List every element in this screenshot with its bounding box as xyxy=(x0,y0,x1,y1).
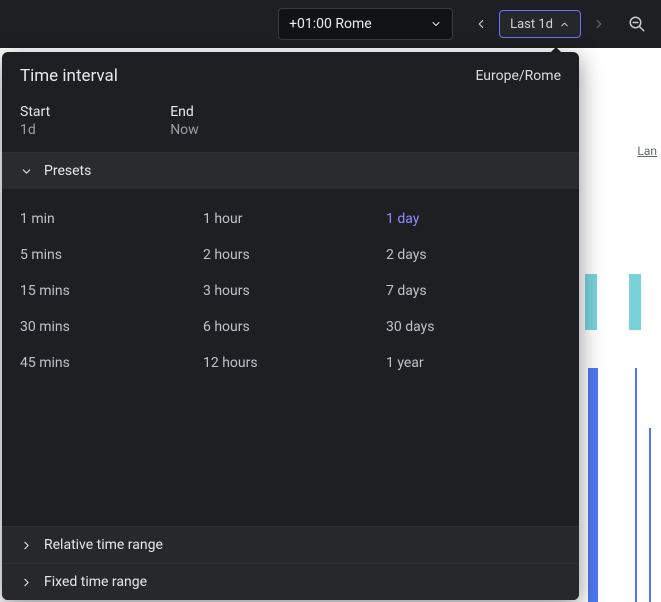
preset-item[interactable]: 7 days xyxy=(386,273,561,309)
top-toolbar: +01:00 Rome Last 1d xyxy=(0,0,661,48)
preset-item[interactable]: 30 days xyxy=(386,309,561,345)
time-range-label: Last 1d xyxy=(510,17,553,32)
end-block[interactable]: End Now xyxy=(170,104,199,138)
panel-title: Time interval xyxy=(20,66,118,86)
timezone-select[interactable]: +01:00 Rome xyxy=(278,8,453,40)
chart-bar xyxy=(585,274,597,330)
zoom-out-icon xyxy=(628,15,646,33)
chevron-up-icon xyxy=(559,19,570,30)
chevron-right-icon xyxy=(20,539,34,552)
chart-spike xyxy=(635,368,637,602)
start-value: 1d xyxy=(20,122,50,138)
preset-item[interactable]: 2 days xyxy=(386,237,561,273)
lan-link[interactable]: Lan xyxy=(637,144,657,158)
chevron-down-icon xyxy=(430,18,442,30)
start-label: Start xyxy=(20,104,50,120)
time-range-button[interactable]: Last 1d xyxy=(499,10,581,38)
timezone-select-label: +01:00 Rome xyxy=(289,16,372,32)
presets-label: Presets xyxy=(44,163,91,179)
preset-item[interactable]: 6 hours xyxy=(203,309,378,345)
panel-start-end-row: Start 1d End Now xyxy=(2,96,579,152)
preset-item[interactable]: 1 year xyxy=(386,345,561,381)
preset-item[interactable]: 30 mins xyxy=(20,309,195,345)
prev-range-button[interactable] xyxy=(469,12,493,36)
preset-item[interactable]: 5 mins xyxy=(20,237,195,273)
chevron-down-icon xyxy=(20,165,34,178)
zoom-out-button[interactable] xyxy=(623,10,651,38)
start-block[interactable]: Start 1d xyxy=(20,104,50,138)
presets-section-toggle[interactable]: Presets xyxy=(2,152,579,189)
preset-item[interactable]: 2 hours xyxy=(203,237,378,273)
end-value: Now xyxy=(170,122,199,138)
panel-timezone: Europe/Rome xyxy=(475,68,561,84)
preset-item[interactable]: 12 hours xyxy=(203,345,378,381)
chart-spike xyxy=(588,368,598,602)
chevron-right-icon xyxy=(592,17,606,31)
panel-header: Time interval Europe/Rome xyxy=(2,52,579,96)
preset-item[interactable]: 1 min xyxy=(20,201,195,237)
next-range-button[interactable] xyxy=(587,12,611,36)
chart-spike xyxy=(649,428,651,602)
fixed-range-label: Fixed time range xyxy=(44,574,147,590)
presets-grid: 1 min1 hour1 day 5 mins2 hours2 days 15 mi… xyxy=(2,189,579,526)
preset-item[interactable]: 1 hour xyxy=(203,201,378,237)
chart-bar xyxy=(629,274,641,330)
preset-item[interactable]: 15 mins xyxy=(20,273,195,309)
chevron-left-icon xyxy=(474,17,488,31)
preset-item[interactable]: 3 hours xyxy=(203,273,378,309)
chevron-right-icon xyxy=(20,576,34,589)
relative-range-toggle[interactable]: Relative time range xyxy=(2,526,579,563)
fixed-range-toggle[interactable]: Fixed time range xyxy=(2,563,579,600)
panel-footer: Relative time range Fixed time range xyxy=(2,526,579,600)
relative-range-label: Relative time range xyxy=(44,537,163,553)
end-label: End xyxy=(170,104,199,120)
preset-item[interactable]: 1 day xyxy=(386,201,561,237)
preset-item[interactable]: 45 mins xyxy=(20,345,195,381)
time-interval-panel: Time interval Europe/Rome Start 1d End N… xyxy=(2,52,579,600)
